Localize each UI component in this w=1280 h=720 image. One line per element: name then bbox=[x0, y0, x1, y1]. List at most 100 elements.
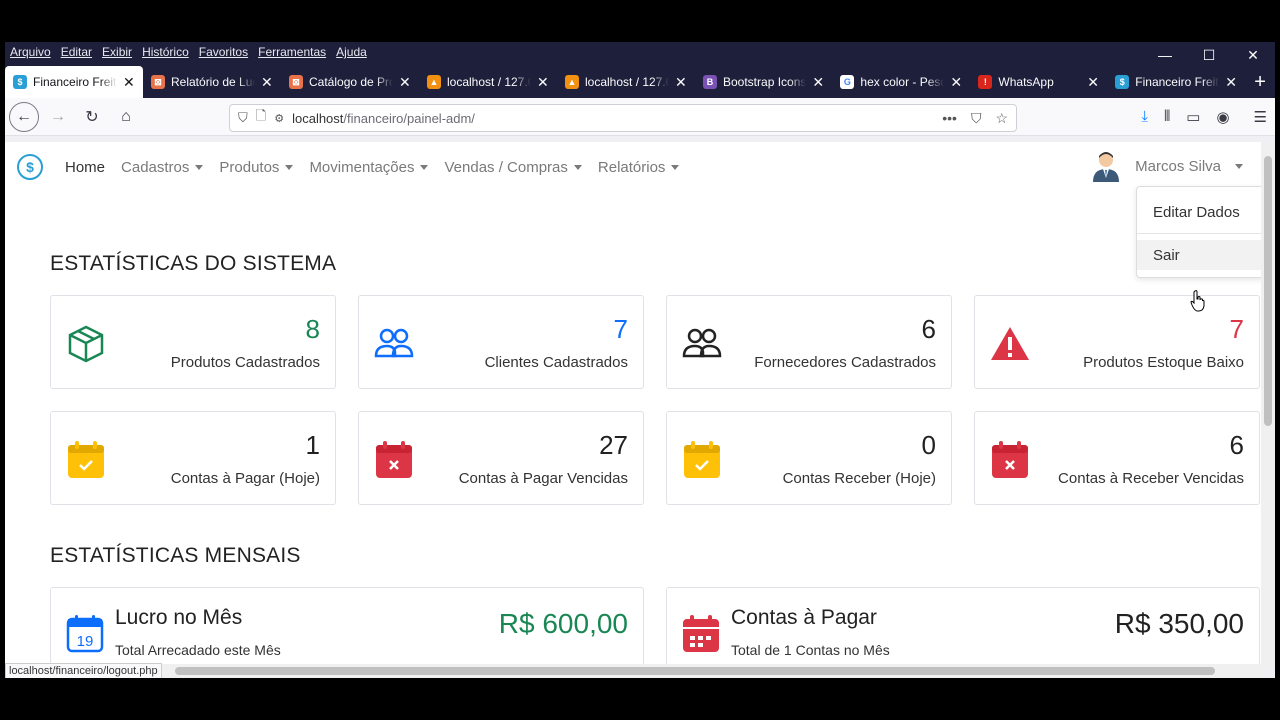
menu-arquivo[interactable]: Arquivo bbox=[10, 45, 51, 59]
stat-card[interactable]: 6 Contas à Receber Vencidas bbox=[974, 411, 1260, 505]
user-name: Marcos Silva bbox=[1135, 157, 1221, 175]
site-navbar: $ Home Cadastros Produtos Movimentações Vend… bbox=[5, 142, 1261, 192]
nav-link-0[interactable]: Home bbox=[65, 159, 105, 176]
horizontal-scrollbar[interactable] bbox=[5, 664, 1261, 678]
download-icon[interactable]: ⤓ bbox=[1141, 108, 1148, 126]
stat-card[interactable]: 7 Clientes Cadastrados bbox=[358, 295, 644, 389]
account-icon[interactable]: ◉ bbox=[1216, 108, 1229, 126]
menu-ajuda[interactable]: Ajuda bbox=[336, 45, 367, 59]
library-icon[interactable]: ⫴ bbox=[1164, 108, 1170, 126]
stat-card[interactable]: 6 Fornecedores Cadastrados bbox=[666, 295, 952, 389]
nav-link-4[interactable]: Vendas / Compras bbox=[444, 158, 582, 176]
menu-editar[interactable]: Editar bbox=[61, 45, 92, 59]
stat-card[interactable]: 7 Produtos Estoque Baixo bbox=[974, 295, 1260, 389]
url-path: /financeiro/painel-adm/ bbox=[343, 110, 475, 126]
stat-label: Contas Receber (Hoje) bbox=[782, 470, 936, 487]
browser-tab[interactable]: ⊠ Catálogo de Produtos ✕ bbox=[281, 66, 419, 98]
home-icon[interactable]: ⌂ bbox=[111, 102, 141, 132]
menu-ferramentas[interactable]: Ferramentas bbox=[258, 45, 326, 59]
tab-title: Financeiro Freitas bbox=[33, 75, 117, 89]
forward-icon[interactable]: → bbox=[43, 102, 73, 132]
tab-favicon-icon: B bbox=[703, 75, 717, 89]
tab-close-icon[interactable]: ✕ bbox=[123, 74, 135, 91]
nav-link-3[interactable]: Movimentações bbox=[309, 159, 429, 176]
maximize-icon[interactable]: ☐ bbox=[1187, 42, 1231, 68]
sidebar-icon[interactable]: ▭ bbox=[1186, 108, 1200, 126]
stat-card[interactable]: 0 Contas Receber (Hoje) bbox=[666, 411, 952, 505]
tab-close-icon[interactable]: ✕ bbox=[399, 74, 411, 91]
tab-close-icon[interactable]: ✕ bbox=[537, 74, 549, 91]
browser-tab[interactable]: Ghex color - Pesquisa ✕ bbox=[832, 66, 970, 98]
browser-tab[interactable]: ▲ localhost / 127.0.0.1 ✕ bbox=[419, 66, 557, 98]
browser-tab[interactable]: ! WhatsApp ✕ bbox=[970, 66, 1107, 98]
browser-tab[interactable]: $ Financeiro Freitas ✕ bbox=[5, 66, 143, 98]
monthly-card[interactable]: Contas à Pagar Total de 1 Contas no Mês R$… bbox=[666, 587, 1260, 668]
stat-value: 7 bbox=[1229, 314, 1244, 344]
nav-link-1[interactable]: Cadastros bbox=[121, 158, 204, 176]
permissions-icon[interactable]: ⚙ bbox=[274, 112, 284, 125]
reload-icon[interactable]: ↻ bbox=[77, 102, 107, 132]
tab-close-icon[interactable]: ✕ bbox=[261, 74, 273, 91]
stat-card[interactable]: 27 Contas à Pagar Vencidas bbox=[358, 411, 644, 505]
back-icon[interactable]: ← bbox=[9, 101, 39, 132]
stat-label: Contas à Receber Vencidas bbox=[1058, 470, 1244, 487]
url-bar[interactable]: ⛉ 🗋 ⚙ localhost/financeiro/painel-adm/ •… bbox=[229, 104, 1017, 132]
nav-link-2[interactable]: Produtos bbox=[219, 158, 294, 176]
svg-text:19: 19 bbox=[77, 633, 94, 650]
monthly-card[interactable]: 19 Lucro no Mês Total Arrecadado este Mês R… bbox=[50, 587, 644, 668]
tab-close-icon[interactable]: ✕ bbox=[950, 74, 962, 91]
bookmark-star-icon[interactable]: ☆ bbox=[995, 110, 1008, 127]
toolbar-right: ⤓ ⫴ ▭ ◉ ☰ bbox=[1141, 108, 1267, 126]
user-menu[interactable]: Marcos Silva bbox=[1091, 150, 1243, 182]
stat-card[interactable]: 1 Contas à Pagar (Hoje) bbox=[50, 411, 336, 505]
logout-item[interactable]: Sair bbox=[1137, 240, 1261, 270]
monthly-title: Contas à Pagar bbox=[731, 606, 877, 629]
nav-link-label: Cadastros bbox=[121, 158, 190, 176]
edit-profile-item[interactable]: Editar Dados bbox=[1137, 197, 1261, 227]
tab-favicon-icon: $ bbox=[1115, 75, 1130, 89]
tab-title: WhatsApp bbox=[998, 75, 1054, 89]
pocket-icon[interactable]: ⛉ bbox=[971, 110, 982, 127]
stat-value: 6 bbox=[1229, 430, 1244, 460]
more-icon[interactable]: ••• bbox=[942, 110, 957, 127]
nav-link-label: Relatórios bbox=[597, 158, 666, 176]
tab-close-icon[interactable]: ✕ bbox=[812, 74, 824, 91]
stat-value: 8 bbox=[305, 314, 320, 344]
minimize-icon[interactable]: — bbox=[1143, 42, 1187, 68]
page-icon: 🗋 bbox=[255, 108, 267, 123]
tab-close-icon[interactable]: ✕ bbox=[1087, 74, 1099, 91]
logo-icon[interactable]: $ bbox=[17, 154, 43, 180]
stat-card[interactable]: 8 Produtos Cadastrados bbox=[50, 295, 336, 389]
nav-link-5[interactable]: Relatórios bbox=[598, 159, 680, 176]
new-tab-icon[interactable]: + bbox=[1245, 66, 1275, 98]
stat-label: Clientes Cadastrados bbox=[484, 354, 628, 371]
menu-favoritos[interactable]: Favoritos bbox=[199, 45, 248, 59]
browser-tab[interactable]: ▲ localhost / 127.0.0.1 ✕ bbox=[557, 66, 695, 98]
vertical-scrollbar[interactable] bbox=[1261, 142, 1275, 668]
tab-close-icon[interactable]: ✕ bbox=[1225, 74, 1237, 91]
people-icon bbox=[682, 324, 722, 364]
tab-title: hex color - Pesquisa bbox=[860, 75, 945, 89]
monthly-value: R$ 350,00 bbox=[1114, 608, 1244, 639]
app-menu-icon[interactable]: ☰ bbox=[1254, 108, 1267, 126]
close-icon[interactable]: ✕ bbox=[1231, 42, 1275, 68]
monthly-subtitle: Total Arrecadado este Mês bbox=[115, 642, 281, 658]
browser-tab[interactable]: ⊠ Relatório de Lucro ✕ bbox=[143, 66, 281, 98]
stat-label: Contas à Pagar Vencidas bbox=[458, 470, 628, 487]
tab-close-icon[interactable]: ✕ bbox=[675, 74, 687, 91]
tab-title: localhost / 127.0.0.1 bbox=[447, 75, 531, 89]
stat-value: 27 bbox=[599, 430, 628, 460]
menu-exibir[interactable]: Exibir bbox=[102, 45, 132, 59]
status-url: localhost/financeiro/logout.php bbox=[5, 663, 162, 678]
shield-icon[interactable]: ⛉ bbox=[238, 110, 248, 126]
menu-historico[interactable]: Histórico bbox=[142, 45, 189, 59]
tab-favicon-icon: ⊠ bbox=[289, 75, 303, 89]
monthly-title: Lucro no Mês bbox=[115, 606, 243, 629]
nav-link-label: Produtos bbox=[219, 158, 280, 176]
stat-value: 0 bbox=[921, 430, 936, 460]
browser-tab[interactable]: B Bootstrap Icons ✕ bbox=[695, 66, 832, 98]
chevron-down-icon bbox=[1235, 163, 1243, 169]
browser-tab[interactable]: $ Financeiro Freitas ✕ bbox=[1107, 66, 1245, 98]
nav-link-label: Vendas / Compras bbox=[444, 158, 568, 176]
monthly-value: R$ 600,00 bbox=[498, 608, 628, 639]
